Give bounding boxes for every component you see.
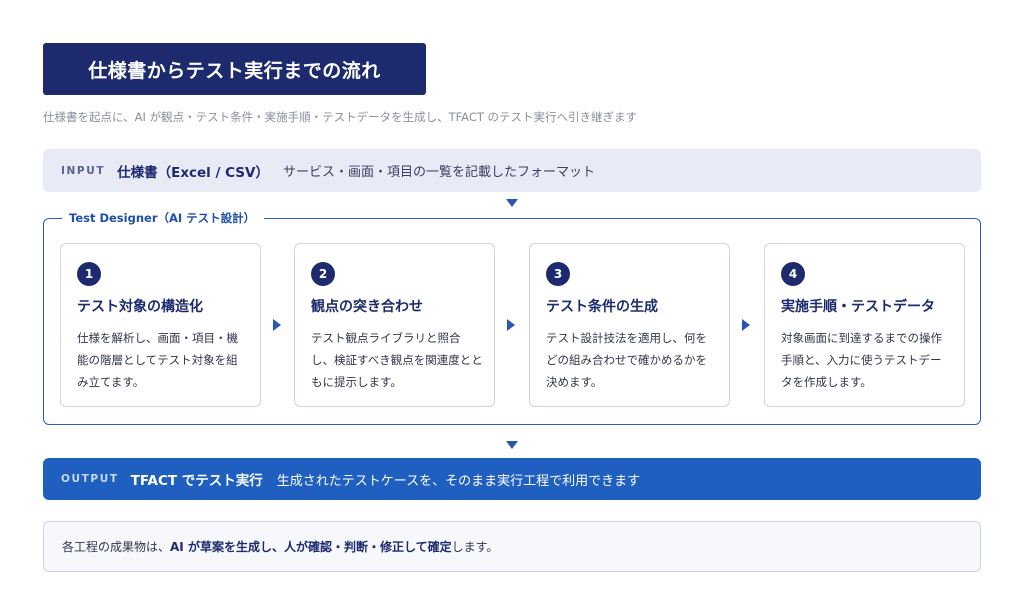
step-card-1: 1 テスト対象の構造化 仕様を解析し、画面・項目・機能の階層としてテスト対象を組… <box>60 243 261 407</box>
step-title: 観点の突き合わせ <box>311 299 423 315</box>
step-description: 仕様を解析し、画面・項目・機能の階層としてテスト対象を組み立てます。 <box>77 331 238 389</box>
note-suffix: します。 <box>451 540 499 554</box>
step-card-2: 2 観点の突き合わせ テスト観点ライブラリと照合し、検証すべき観点を関連度ととも… <box>294 243 495 407</box>
page-title-banner: 仕様書からテスト実行までの流れ <box>43 43 426 95</box>
input-description: サービス・画面・項目の一覧を記載したフォーマット <box>282 165 595 180</box>
designer-label: Test Designer（AI テスト設計） <box>62 210 265 226</box>
step-card-3: 3 テスト条件の生成 テスト設計技法を適用し、何をどの組み合わせで確かめるかを決… <box>529 243 730 407</box>
step-title: テスト対象の構造化 <box>77 299 203 315</box>
input-heading: 仕様書（Excel / CSV） <box>117 164 269 181</box>
step-card-4: 4 実施手順・テストデータ 対象画面に到達するまでの操作手順と、入力に使うテスト… <box>764 243 965 407</box>
step-description: テスト観点ライブラリと照合し、検証すべき観点を関連度とともに提示します。 <box>311 331 483 389</box>
output-tag: OUTPUT <box>61 473 119 485</box>
note-emphasis: AI が草案を生成し、人が確認・判断・修正して確定 <box>170 540 452 554</box>
step-description: 対象画面に到達するまでの操作手順と、入力に使うテストデータを作成します。 <box>781 331 942 389</box>
output-heading: TFACT でテスト実行 <box>130 473 263 489</box>
step-title: テスト条件の生成 <box>546 299 658 315</box>
arrow-right-icon <box>273 319 281 331</box>
note-prefix: 各工程の成果物は、 <box>62 540 171 554</box>
note-box: 各工程の成果物は、 AI が草案を生成し、人が確認・判断・修正して確定 します。 <box>43 521 981 572</box>
output-bar: OUTPUT TFACT でテスト実行 生成されたテストケースを、そのまま実行工… <box>43 458 981 500</box>
input-bar: INPUT 仕様書（Excel / CSV） サービス・画面・項目の一覧を記載し… <box>43 149 981 192</box>
page-subtitle: 仕様書を起点に、AI が観点・テスト条件・実施手順・テストデータを生成し、TFA… <box>43 110 638 124</box>
step-title: 実施手順・テストデータ <box>781 299 935 315</box>
step-number: 2 <box>311 262 335 286</box>
page-title: 仕様書からテスト実行までの流れ <box>88 59 381 82</box>
step-number: 1 <box>77 262 101 286</box>
input-tag: INPUT <box>61 164 106 177</box>
step-number: 3 <box>546 262 570 286</box>
step-number: 4 <box>781 262 805 286</box>
arrow-right-icon <box>507 319 515 331</box>
arrow-down-icon <box>506 441 518 449</box>
arrow-right-icon <box>742 319 750 331</box>
step-description: テスト設計技法を適用し、何をどの組み合わせで確かめるかを決めます。 <box>546 331 707 389</box>
output-description: 生成されたテストケースを、そのまま実行工程で利用できます <box>276 473 641 489</box>
arrow-down-icon <box>506 199 518 207</box>
